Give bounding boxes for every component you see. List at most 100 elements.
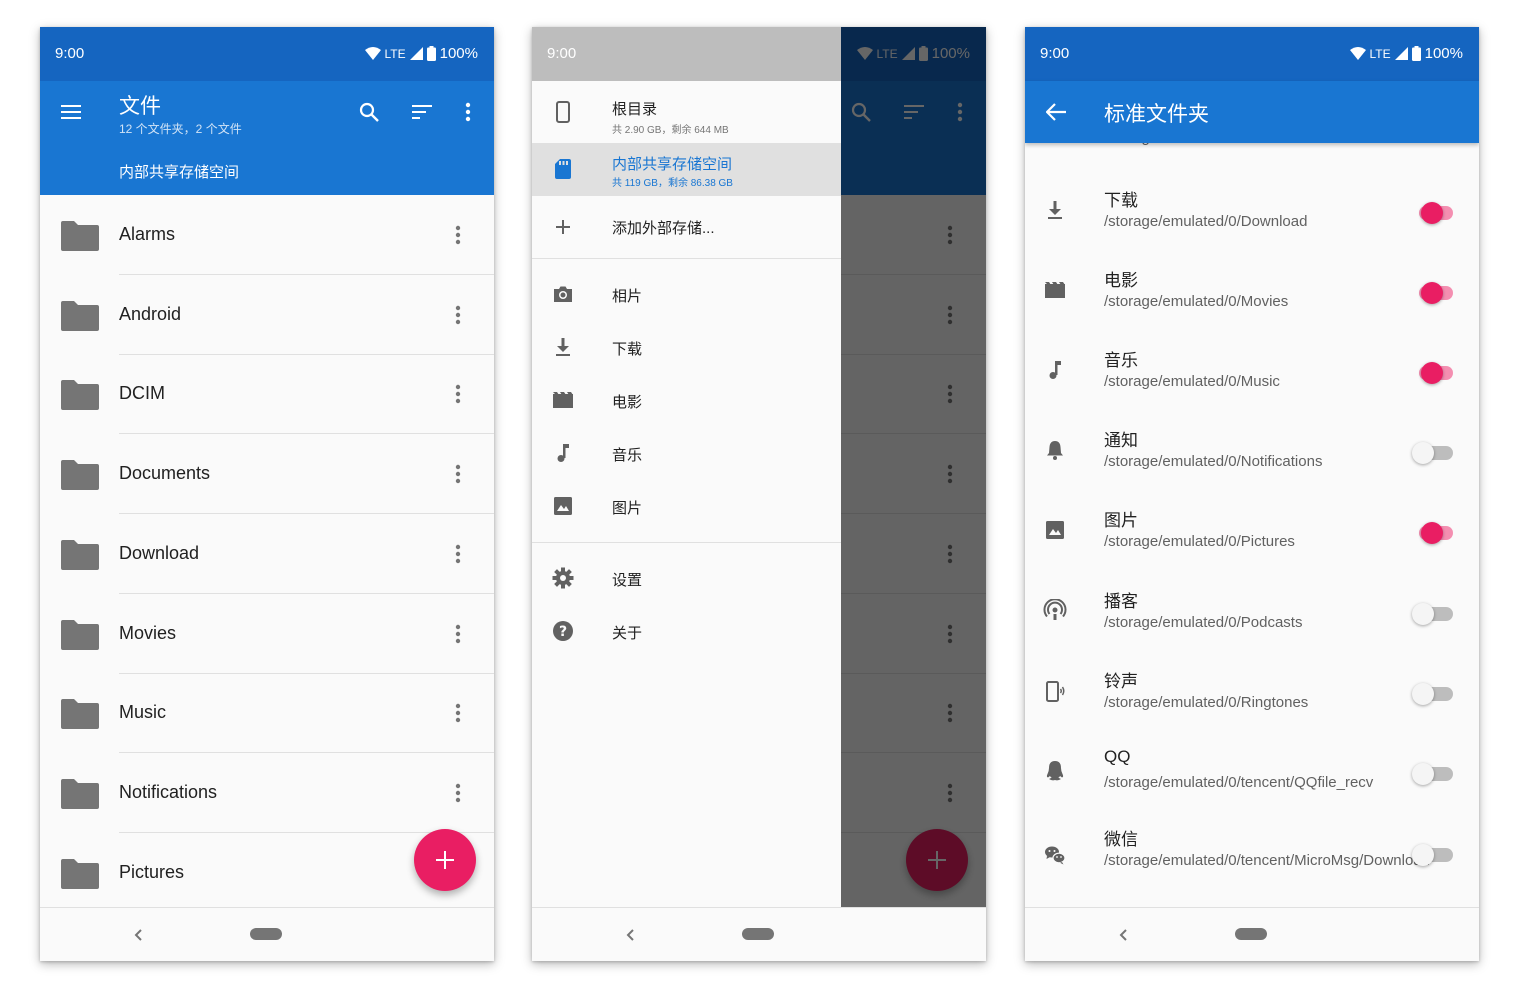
folder-row[interactable]: Music: [40, 673, 494, 754]
nav-back-icon[interactable]: [1117, 926, 1131, 944]
folder-name: Alarms: [119, 224, 176, 244]
drawer-item-music[interactable]: 音乐: [532, 427, 841, 480]
status-time: 9:00: [1040, 45, 1070, 62]
standard-folder-row[interactable]: 音乐/storage/emulated/0/Music: [1025, 331, 1479, 411]
nav-back-icon[interactable]: [624, 926, 638, 944]
camera-icon: [554, 286, 572, 302]
switch-thumb: [1412, 602, 1434, 625]
nav-back-icon[interactable]: [132, 926, 146, 944]
bell-icon: [1047, 441, 1063, 461]
more-options-icon[interactable]: [452, 622, 464, 646]
nav-home-pill[interactable]: [250, 928, 282, 940]
nav-home-pill[interactable]: [742, 928, 774, 940]
drawer-item-pictures[interactable]: 图片: [532, 480, 841, 533]
back-arrow-icon[interactable]: [1044, 100, 1068, 124]
folder-name: Notifications: [119, 781, 218, 802]
divider: [532, 258, 841, 259]
music-note-icon: [1049, 361, 1061, 380]
drawer-item-subtitle: 共 119 GB，剩余 86.38 GB: [612, 178, 733, 189]
folder-icon: [61, 460, 99, 491]
more-options-icon[interactable]: [452, 382, 464, 406]
drawer-item-settings[interactable]: 设置: [532, 552, 841, 605]
folder-path: /storage/emulated/0/Notifications: [1104, 453, 1323, 471]
search-icon[interactable]: [357, 100, 381, 124]
switch-thumb: [1421, 282, 1443, 305]
drawer-item-label: 音乐: [612, 447, 643, 464]
standard-folder-row[interactable]: 电影/storage/emulated/0/Movies: [1025, 251, 1479, 331]
enable-switch[interactable]: [1411, 202, 1457, 228]
folder-title: QQ: [1104, 746, 1131, 766]
drawer-item-label: 内部共享存储空间: [612, 156, 733, 173]
drawer-item-photos[interactable]: 相片: [532, 268, 841, 321]
folder-name: Documents: [119, 463, 211, 484]
drawer-item-about[interactable]: ? 关于: [532, 605, 841, 658]
more-options-icon[interactable]: [452, 462, 464, 486]
standard-folder-row[interactable]: 铃声/storage/emulated/0/Ringtones: [1025, 652, 1479, 732]
folder-row[interactable]: Movies: [40, 594, 494, 674]
enable-switch[interactable]: [1411, 762, 1457, 789]
status-bar: 9:00 LTE 100%: [40, 27, 494, 81]
standard-folder-row[interactable]: 图片/storage/emulated/0/Pictures: [1025, 491, 1479, 571]
drawer-item-subtitle: 共 2.90 GB，剩余 644 MB: [612, 125, 729, 136]
standard-folder-row[interactable]: 微信/storage/emulated/0/tencent/MicroMsg/D…: [1025, 812, 1479, 892]
enable-switch[interactable]: [1411, 442, 1457, 468]
drawer-item-label: 添加外部存储...: [612, 220, 715, 237]
more-options-icon[interactable]: [452, 303, 464, 327]
standard-folder-row[interactable]: 下载/storage/emulated/0/Download: [1025, 171, 1479, 251]
enable-switch[interactable]: [1411, 843, 1457, 870]
wechat-icon: [1045, 846, 1066, 865]
menu-icon[interactable]: [59, 100, 83, 124]
folder-path: /storage/emulated/0/Pictures: [1104, 533, 1295, 551]
help-icon: ?: [553, 621, 573, 641]
sort-icon[interactable]: [410, 100, 434, 124]
folder-row[interactable]: Notifications: [40, 753, 494, 833]
status-icons: LTE 100%: [364, 45, 478, 62]
image-icon: [1046, 521, 1064, 540]
system-nav-bar: [40, 907, 494, 961]
nav-home-pill[interactable]: [1235, 928, 1267, 940]
folder-row[interactable]: Documents: [40, 434, 494, 515]
enable-switch[interactable]: [1411, 682, 1457, 709]
more-options-icon[interactable]: [452, 701, 464, 725]
drawer-item-add-storage[interactable]: 添加外部存储...: [532, 196, 841, 258]
standard-folders-screen: 9:00 LTE 100% /storage/emulated/0/Docume…: [1025, 27, 1479, 961]
more-options-icon[interactable]: [456, 100, 480, 124]
folder-name: Download: [119, 542, 200, 563]
gear-icon: [552, 567, 574, 589]
drawer-screen: LTE 100% 9:00 根目录 共 2.90 GB，剩余 644 MB: [532, 27, 986, 961]
folder-row[interactable]: DCIM: [40, 354, 494, 435]
enable-switch[interactable]: [1411, 282, 1457, 308]
folder-title: 播客: [1104, 591, 1138, 611]
drawer-item-label: 根目录: [612, 101, 658, 118]
drawer-item-root[interactable]: 根目录 共 2.90 GB，剩余 644 MB: [532, 81, 841, 143]
more-options-icon[interactable]: [452, 781, 464, 805]
app-bar: 标准文件夹: [1025, 81, 1479, 143]
breadcrumb[interactable]: 内部共享存储空间: [119, 161, 239, 182]
signal-icon: [409, 47, 423, 60]
movie-icon: [1045, 282, 1065, 299]
enable-switch[interactable]: [1411, 602, 1457, 629]
enable-switch[interactable]: [1411, 362, 1457, 388]
folder-row[interactable]: Alarms: [40, 195, 494, 275]
wifi-icon: [1349, 47, 1366, 60]
folder-path: /storage/emulated/0/Podcasts: [1104, 613, 1303, 631]
standard-folder-row[interactable]: 播客/storage/emulated/0/Podcasts: [1025, 572, 1479, 652]
folder-title: 图片: [1104, 511, 1138, 531]
add-fab[interactable]: [414, 829, 476, 891]
folder-row[interactable]: Android: [40, 275, 494, 355]
standard-folder-row[interactable]: QQ/storage/emulated/0/tencent/QQfile_rec…: [1025, 732, 1479, 812]
folder-name: Pictures: [119, 861, 185, 882]
system-nav-bar: [1025, 907, 1479, 961]
folder-row[interactable]: Download: [40, 514, 494, 594]
status-time: 9:00: [547, 45, 577, 62]
more-options-icon[interactable]: [452, 223, 464, 247]
standard-folder-row[interactable]: 通知/storage/emulated/0/Notifications: [1025, 411, 1479, 491]
drawer-item-internal-storage[interactable]: 内部共享存储空间 共 119 GB，剩余 86.38 GB: [532, 143, 841, 196]
divider: [532, 542, 841, 543]
enable-switch[interactable]: [1411, 522, 1457, 548]
sd-card-icon: [555, 159, 571, 179]
more-options-icon[interactable]: [452, 542, 464, 566]
folder-title: 电影: [1104, 271, 1138, 291]
drawer-item-movies[interactable]: 电影: [532, 374, 841, 427]
drawer-item-download[interactable]: 下载: [532, 321, 841, 374]
